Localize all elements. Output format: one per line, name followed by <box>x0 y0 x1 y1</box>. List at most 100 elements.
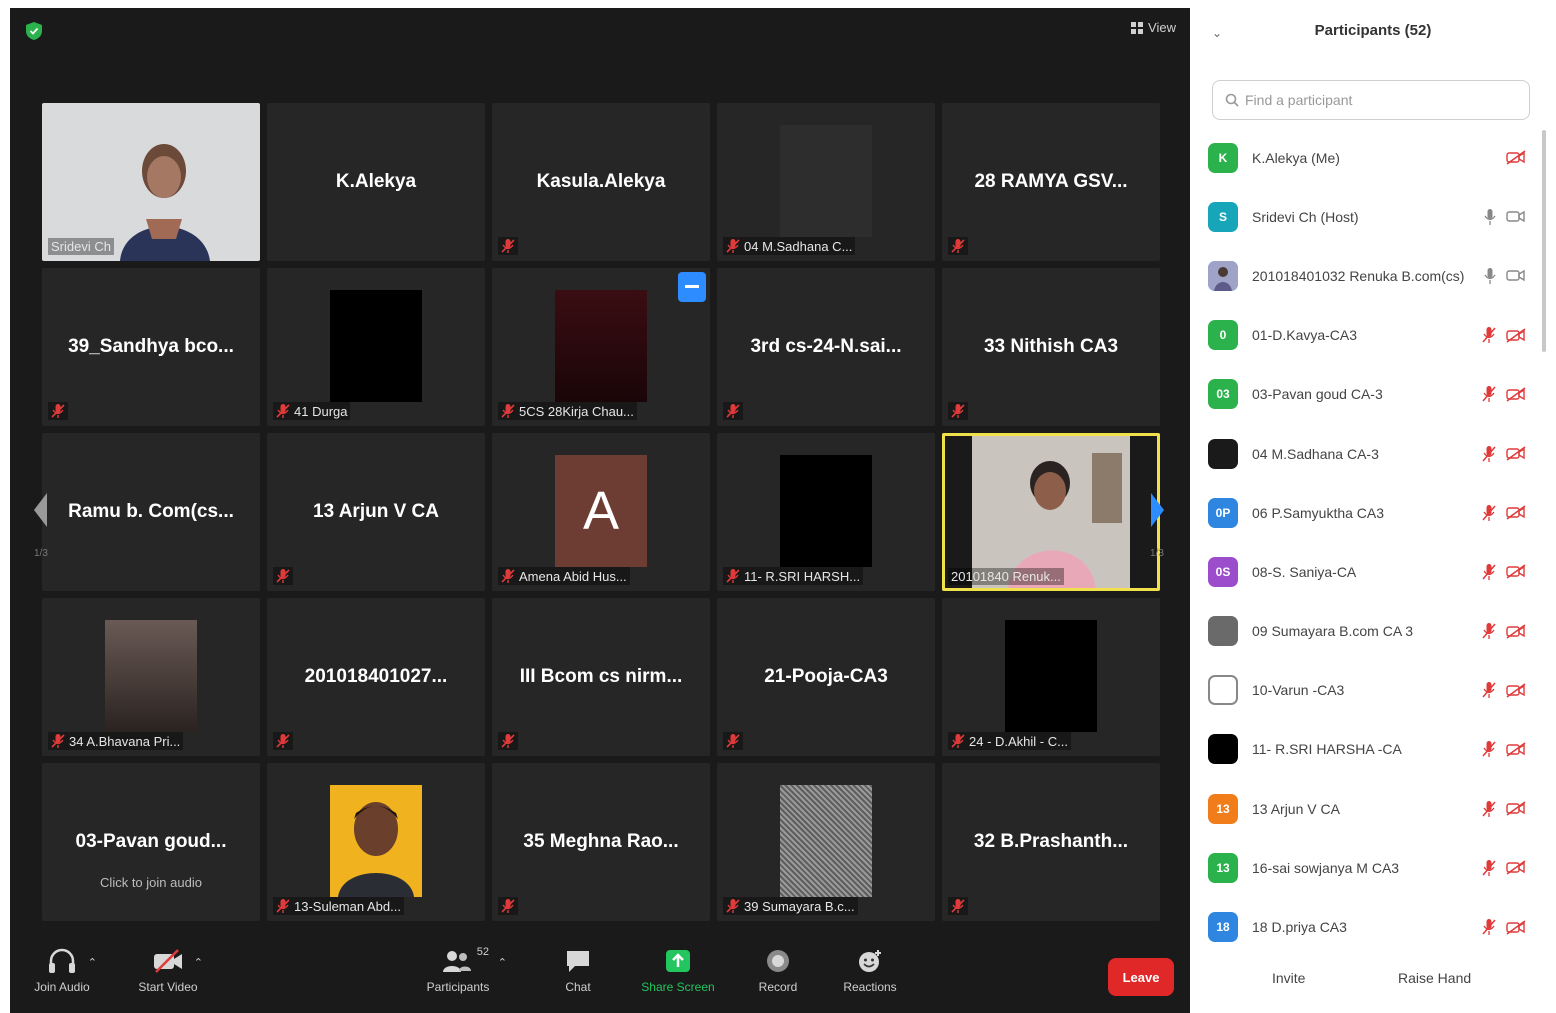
participant-row[interactable]: 04 M.Sadhana CA-3 <box>1208 424 1538 483</box>
participant-video-feed <box>780 455 872 567</box>
participant-row[interactable]: 201018401032 Renuka B.com(cs) <box>1208 246 1538 305</box>
video-tile[interactable]: Ramu b. Com(cs... <box>42 433 260 591</box>
raise-hand-button[interactable]: Raise Hand <box>1398 970 1471 986</box>
video-tile[interactable]: 11- R.SRI HARSH... <box>717 433 935 591</box>
muted-mic-icon[interactable] <box>1482 445 1496 463</box>
participant-search-input[interactable]: Find a participant <box>1212 80 1530 120</box>
video-off-icon[interactable] <box>1506 860 1526 875</box>
video-off-icon[interactable] <box>1506 387 1526 402</box>
participant-count: 52 <box>476 946 489 958</box>
participants-button[interactable]: Participants 52 ⌃ <box>413 946 507 994</box>
participant-row[interactable]: 18 18 D.priya CA3 <box>1208 897 1538 956</box>
participant-row[interactable]: 13 13 Arjun V CA <box>1208 779 1538 838</box>
participant-name: 39_Sandhya bco... <box>68 336 234 357</box>
video-off-icon[interactable] <box>1506 683 1526 698</box>
participant-video-feed <box>555 290 647 402</box>
smiley-icon <box>859 950 881 972</box>
participant-row[interactable]: 13 16-sai sowjanya M CA3 <box>1208 838 1538 897</box>
next-page-arrow-icon[interactable] <box>1150 493 1164 527</box>
join-audio-button[interactable]: Join Audio ⌃ <box>17 948 107 994</box>
video-off-icon[interactable] <box>1506 328 1526 343</box>
chevron-up-icon[interactable]: ⌃ <box>498 956 507 969</box>
participant-row[interactable]: 03 03-Pavan goud CA-3 <box>1208 365 1538 424</box>
join-audio-hint[interactable]: Click to join audio <box>42 875 260 890</box>
reactions-button[interactable]: Reactions <box>825 948 915 994</box>
video-tile[interactable]: 24 - D.Akhil - C... <box>942 598 1160 756</box>
muted-mic-icon[interactable] <box>1482 681 1496 699</box>
muted-mic-icon <box>726 734 740 748</box>
video-tile[interactable]: 03-Pavan goud... Click to join audio <box>42 763 260 921</box>
muted-mic-icon[interactable] <box>1482 622 1496 640</box>
video-off-icon[interactable] <box>1506 564 1526 580</box>
participant-row[interactable]: 11- R.SRI HARSHA -CA <box>1208 720 1538 779</box>
participant-row[interactable]: S Sridevi Ch (Host) <box>1208 187 1538 246</box>
video-tile[interactable]: 3rd cs-24-N.sai... <box>717 268 935 426</box>
video-tile[interactable]: 35 Meghna Rao... <box>492 763 710 921</box>
video-tile[interactable]: K.Alekya <box>267 103 485 261</box>
start-video-button[interactable]: Start Video ⌃ <box>123 948 213 994</box>
muted-mic-icon[interactable] <box>1482 326 1496 344</box>
muted-mic-icon[interactable] <box>1482 504 1496 522</box>
video-tile[interactable]: 21-Pooja-CA3 <box>717 598 935 756</box>
video-tile[interactable]: Kasula.Alekya <box>492 103 710 261</box>
video-camera-icon[interactable] <box>1506 209 1526 224</box>
microphone-icon[interactable] <box>1484 208 1496 226</box>
video-tile[interactable]: 13 Arjun V CA <box>267 433 485 591</box>
chat-button[interactable]: Chat <box>533 948 623 994</box>
participant-row[interactable]: 10-Varun -CA3 <box>1208 661 1538 720</box>
chat-icon <box>567 951 589 972</box>
share-screen-button[interactable]: Share Screen <box>633 948 723 994</box>
leave-button[interactable]: Leave <box>1108 958 1174 996</box>
video-tile[interactable]: A Amena Abid Hus... <box>492 433 710 591</box>
video-tile[interactable]: 41 Durga <box>267 268 485 426</box>
video-off-icon[interactable] <box>1506 801 1526 816</box>
record-label: Record <box>758 980 798 994</box>
muted-mic-icon <box>276 734 290 748</box>
prev-page-arrow-icon[interactable] <box>34 493 48 527</box>
video-tile[interactable]: 201018401027... <box>267 598 485 756</box>
view-button[interactable]: View <box>1131 20 1176 35</box>
video-off-icon[interactable] <box>1506 446 1526 461</box>
record-button[interactable]: Record <box>733 948 823 994</box>
chevron-up-icon[interactable]: ⌃ <box>194 956 203 969</box>
tile-label: Sridevi Ch <box>48 238 114 255</box>
video-tile[interactable]: 34 A.Bhavana Pri... <box>42 598 260 756</box>
participant-row[interactable]: 0S 08-S. Saniya-CA <box>1208 542 1538 601</box>
video-tile[interactable]: 20101840 Renuk... <box>942 433 1160 591</box>
video-tile[interactable]: 39 Sumayara B.c... <box>717 763 935 921</box>
video-tile[interactable]: Sridevi Ch <box>42 103 260 261</box>
muted-mic-icon[interactable] <box>1482 859 1496 877</box>
tile-status <box>498 732 518 750</box>
video-tile[interactable]: 04 M.Sadhana C... <box>717 103 935 261</box>
participant-row[interactable]: 0 01-D.Kavya-CA3 <box>1208 306 1538 365</box>
video-off-icon[interactable] <box>1506 150 1526 165</box>
video-tile[interactable]: 39_Sandhya bco... <box>42 268 260 426</box>
microphone-icon[interactable] <box>1484 267 1496 285</box>
video-tile[interactable]: 5CS 28Kirja Chau... <box>492 268 710 426</box>
avatar: K <box>1208 142 1238 173</box>
video-tile[interactable]: III Bcom cs nirm... <box>492 598 710 756</box>
participant-name: 11- R.SRI HARSHA -CA <box>1252 741 1402 758</box>
invite-button[interactable]: Invite <box>1272 970 1305 986</box>
meeting-window: View Sridevi Ch K.Alekya Kasula.Alekya 04 M… <box>10 8 1190 1013</box>
video-tile[interactable]: 32 B.Prashanth... <box>942 763 1160 921</box>
muted-mic-icon[interactable] <box>1482 740 1496 758</box>
panel-scrollbar[interactable] <box>1542 130 1546 352</box>
participant-row[interactable]: 09 Sumayara B.com CA 3 <box>1208 602 1538 661</box>
security-shield-icon[interactable] <box>26 22 42 40</box>
muted-mic-icon[interactable] <box>1482 800 1496 818</box>
muted-mic-icon[interactable] <box>1482 385 1496 403</box>
video-off-icon[interactable] <box>1506 742 1526 757</box>
video-tile[interactable]: 13-Suleman Abd... <box>267 763 485 921</box>
chevron-up-icon[interactable]: ⌃ <box>88 956 97 969</box>
video-off-icon[interactable] <box>1506 505 1526 520</box>
muted-mic-icon[interactable] <box>1482 918 1496 936</box>
participant-row[interactable]: K K.Alekya (Me) <box>1208 128 1538 187</box>
video-camera-icon[interactable] <box>1506 268 1526 283</box>
video-off-icon[interactable] <box>1506 623 1526 639</box>
video-tile[interactable]: 33 Nithish CA3 <box>942 268 1160 426</box>
participant-row[interactable]: 0P 06 P.Samyuktha CA3 <box>1208 483 1538 542</box>
video-tile[interactable]: 28 RAMYA GSV... <box>942 103 1160 261</box>
muted-mic-icon[interactable] <box>1482 563 1496 581</box>
video-off-icon[interactable] <box>1506 919 1526 935</box>
